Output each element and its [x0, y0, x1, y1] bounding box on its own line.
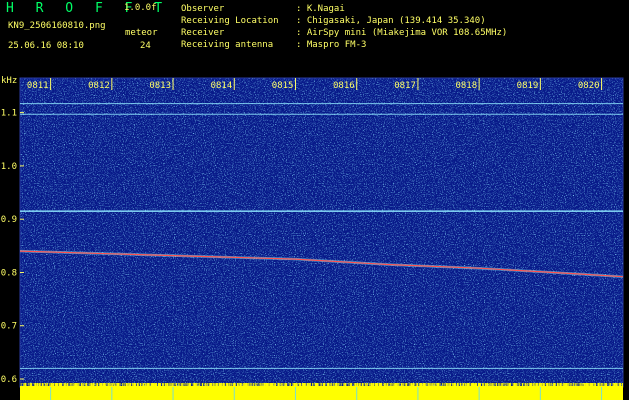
x-tick-label: 0813 — [149, 81, 171, 91]
x-tick-label: 0815 — [272, 81, 294, 91]
y-tick-label: 0.7 — [1, 322, 17, 332]
x-tick-label: 0816 — [333, 81, 355, 91]
baseline-band-noise — [20, 383, 623, 389]
y-tick-label: 0.8 — [1, 268, 17, 278]
x-tick-label: 0818 — [455, 81, 477, 91]
y-tick-label: 0.9 — [1, 215, 17, 225]
x-tick-label: 0812 — [88, 81, 110, 91]
x-tick-label: 0814 — [211, 81, 233, 91]
y-tick-label: 1.0 — [1, 162, 17, 172]
spectrogram-chart: 0811 0812 0813 0814 0815 0816 0817 0818 0819 0820… — [1, 76, 624, 400]
y-axis-unit: kHz — [1, 76, 17, 86]
plot-noise-texture — [20, 78, 623, 387]
x-tick-label: 0817 — [394, 81, 416, 91]
y-tick-label: 1.1 — [1, 109, 17, 119]
x-tick-label: 0811 — [27, 81, 49, 91]
x-tick-label: 0820 — [578, 81, 600, 91]
x-tick-label: 0819 — [517, 81, 539, 91]
y-tick-label: 0.6 — [1, 375, 17, 385]
